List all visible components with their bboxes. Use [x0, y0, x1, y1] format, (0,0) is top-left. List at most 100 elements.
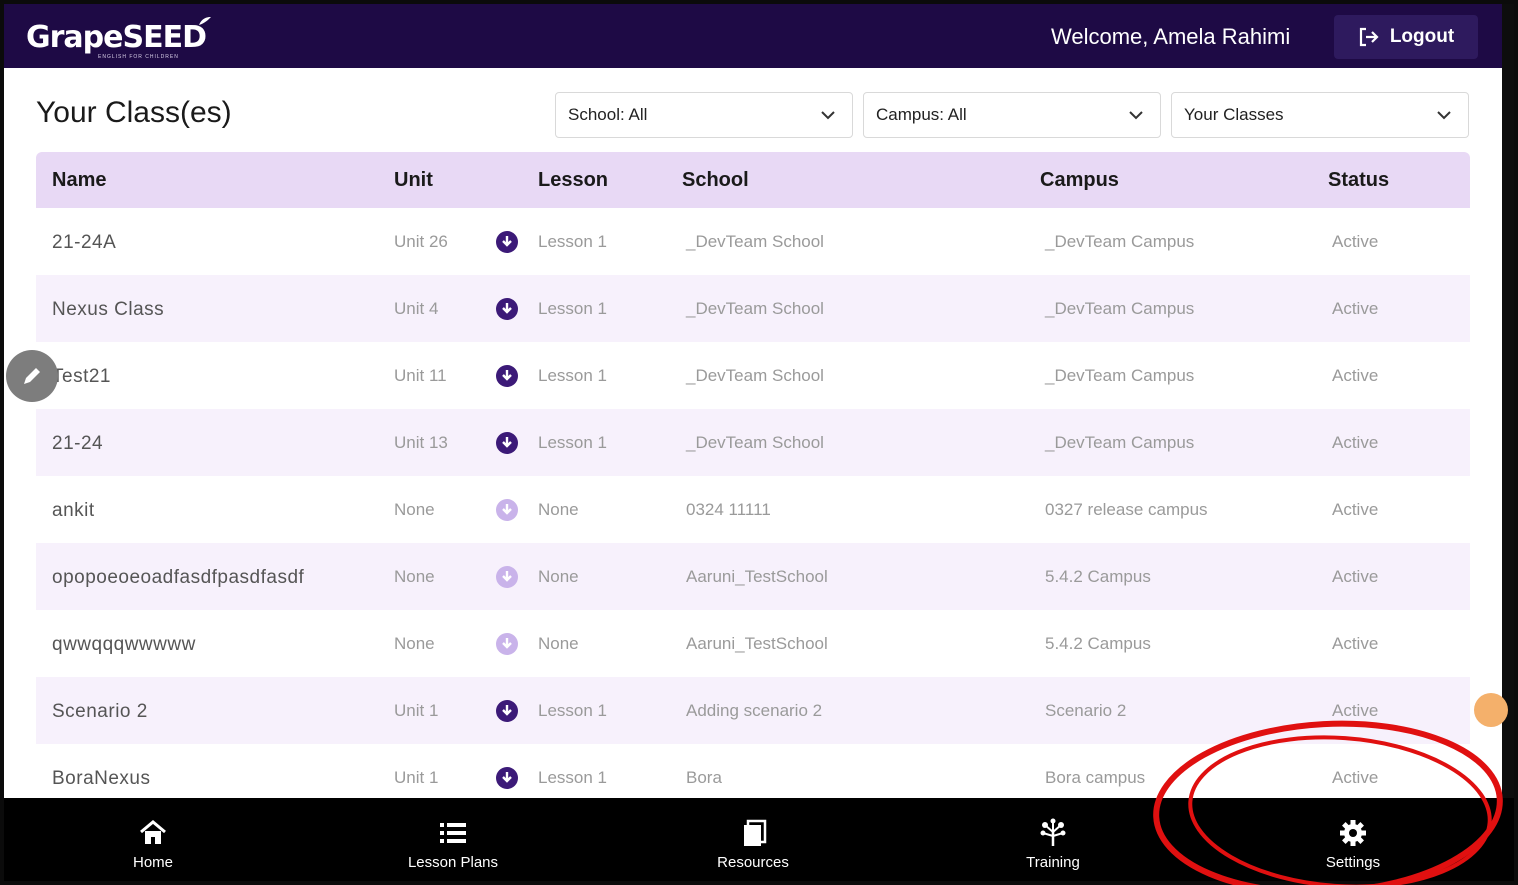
column-header-status[interactable]: Status [1328, 169, 1389, 192]
school-cell: 0324 11111 [686, 500, 771, 519]
school-cell: _DevTeam School [686, 433, 824, 452]
class-name-cell[interactable]: 21-24A [52, 232, 116, 254]
logo-subtitle: ENGLISH FOR CHILDREN [98, 54, 179, 60]
status-cell: Active [1332, 366, 1379, 385]
campus-filter-select[interactable]: Campus: All [863, 92, 1161, 138]
classes-table: Name Unit Lesson School Campus Status 21… [36, 152, 1470, 811]
lesson-cell: Lesson 1 [538, 433, 607, 452]
campus-cell: 0327 release campus [1045, 500, 1208, 519]
table-row[interactable]: opopoeoeoadfasdfpasdfasdf None None Aaruni_… [36, 543, 1470, 610]
status-cell: Active [1332, 701, 1379, 720]
class-name-cell[interactable]: qwwqqqwwwww [52, 634, 196, 656]
edit-floating-button[interactable] [6, 350, 58, 402]
school-cell: Aaruni_TestSchool [686, 634, 828, 653]
download-icon[interactable] [495, 364, 519, 388]
column-header-name[interactable]: Name [52, 169, 106, 192]
lesson-cell: Lesson 1 [538, 232, 607, 251]
unit-cell: None [394, 567, 435, 586]
download-icon[interactable] [495, 632, 519, 656]
download-icon[interactable] [495, 699, 519, 723]
nav-label-lesson-plans: Lesson Plans [407, 854, 499, 871]
table-row[interactable]: Nexus Class Unit 4 Lesson 1 _DevTeam School… [36, 275, 1470, 342]
school-filter-select[interactable]: School: All [555, 92, 853, 138]
home-icon [140, 820, 166, 844]
tree-icon [1040, 818, 1066, 846]
nav-item-training[interactable]: Training [953, 798, 1153, 881]
column-header-unit[interactable]: Unit [394, 169, 433, 192]
unit-cell: Unit 1 [394, 768, 439, 787]
table-row[interactable]: Test21 Unit 11 Lesson 1 _DevTeam School _Dev… [36, 342, 1470, 409]
status-cell: Active [1332, 500, 1379, 519]
logo-text: GrapeSEED [26, 20, 207, 55]
lesson-cell: None [538, 567, 579, 586]
book-icon [744, 819, 767, 846]
unit-cell: Unit 26 [394, 232, 448, 251]
school-filter-value: School: All [568, 105, 648, 124]
table-row[interactable]: 21-24A Unit 26 Lesson 1 _DevTeam School _Dev… [36, 208, 1470, 275]
chevron-down-icon [821, 111, 835, 120]
gear-icon [1340, 820, 1366, 846]
status-cell: Active [1332, 232, 1379, 251]
class-name-cell[interactable]: ankit [52, 500, 95, 522]
lesson-cell: Lesson 1 [538, 701, 607, 720]
grapeseed-logo[interactable]: GrapeSEED ENGLISH FOR CHILDREN [26, 14, 216, 60]
classes-filter-value: Your Classes [1184, 105, 1284, 124]
class-name-cell[interactable]: 21-24 [52, 433, 103, 455]
campus-cell: _DevTeam Campus [1045, 232, 1195, 251]
table-row[interactable]: ankit None None 0324 11111 0327 release camp… [36, 476, 1470, 543]
class-name-cell[interactable]: Nexus Class [52, 299, 164, 321]
download-icon[interactable] [495, 565, 519, 589]
table-row[interactable]: 21-24 Unit 13 Lesson 1 _DevTeam School _DevT… [36, 409, 1470, 476]
download-icon[interactable] [495, 766, 519, 790]
lesson-cell: Lesson 1 [538, 366, 607, 385]
school-cell: _DevTeam School [686, 366, 824, 385]
class-name-cell[interactable]: opopoeoeoadfasdfpasdfasdf [52, 567, 304, 589]
table-body: 21-24A Unit 26 Lesson 1 _DevTeam School _Dev… [36, 208, 1470, 811]
bottom-nav: Home Lesson Plans Resources Training Set… [4, 798, 1514, 881]
unit-cell: Unit 4 [394, 299, 439, 318]
nav-item-settings[interactable]: Settings [1253, 798, 1453, 881]
nav-item-home[interactable]: Home [53, 798, 253, 881]
download-icon[interactable] [495, 297, 519, 321]
list-icon [440, 823, 466, 843]
download-icon[interactable] [495, 431, 519, 455]
help-floating-button[interactable] [1474, 693, 1508, 727]
classes-filter-select[interactable]: Your Classes [1171, 92, 1469, 138]
download-icon[interactable] [495, 498, 519, 522]
logout-button[interactable]: Logout [1334, 15, 1478, 59]
class-name-cell[interactable]: Test21 [52, 366, 111, 388]
status-cell: Active [1332, 433, 1379, 452]
nav-label-resources: Resources [717, 854, 789, 871]
campus-cell: _DevTeam Campus [1045, 433, 1195, 452]
school-cell: Adding scenario 2 [686, 701, 823, 720]
column-header-campus[interactable]: Campus [1040, 169, 1119, 192]
status-cell: Active [1332, 299, 1379, 318]
unit-cell: Unit 11 [394, 366, 447, 385]
class-name-cell[interactable]: Scenario 2 [52, 701, 148, 723]
nav-label-settings: Settings [1325, 854, 1381, 871]
campus-cell: Bora campus [1045, 768, 1146, 787]
class-name-cell[interactable]: BoraNexus [52, 768, 151, 790]
nav-item-resources[interactable]: Resources [653, 798, 853, 881]
campus-cell: 5.4.2 Campus [1045, 634, 1151, 653]
window-edge [1502, 4, 1514, 881]
nav-label-training: Training [1026, 854, 1080, 871]
campus-cell: _DevTeam Campus [1045, 366, 1195, 385]
school-cell: Bora [686, 768, 722, 787]
status-cell: Active [1332, 567, 1379, 586]
unit-cell: Unit 13 [394, 433, 448, 452]
nav-item-lesson-plans[interactable]: Lesson Plans [353, 798, 553, 881]
logout-icon [1359, 27, 1379, 47]
column-header-lesson[interactable]: Lesson [538, 169, 608, 192]
table-row[interactable]: qwwqqqwwwww None None Aaruni_TestSchool 5.4.… [36, 610, 1470, 677]
campus-cell: Scenario 2 [1045, 701, 1127, 720]
table-row[interactable]: Scenario 2 Unit 1 Lesson 1 Adding scenario … [36, 677, 1470, 744]
unit-cell: Unit 1 [394, 701, 439, 720]
download-icon[interactable] [495, 230, 519, 254]
nav-label-home: Home [132, 854, 173, 871]
school-cell: Aaruni_TestSchool [686, 567, 828, 586]
welcome-text: Welcome, Amela Rahimi [1051, 24, 1291, 49]
campus-cell: 5.4.2 Campus [1045, 567, 1151, 586]
top-header: GrapeSEED ENGLISH FOR CHILDREN Welcome, … [4, 4, 1502, 68]
column-header-school[interactable]: School [682, 169, 749, 192]
